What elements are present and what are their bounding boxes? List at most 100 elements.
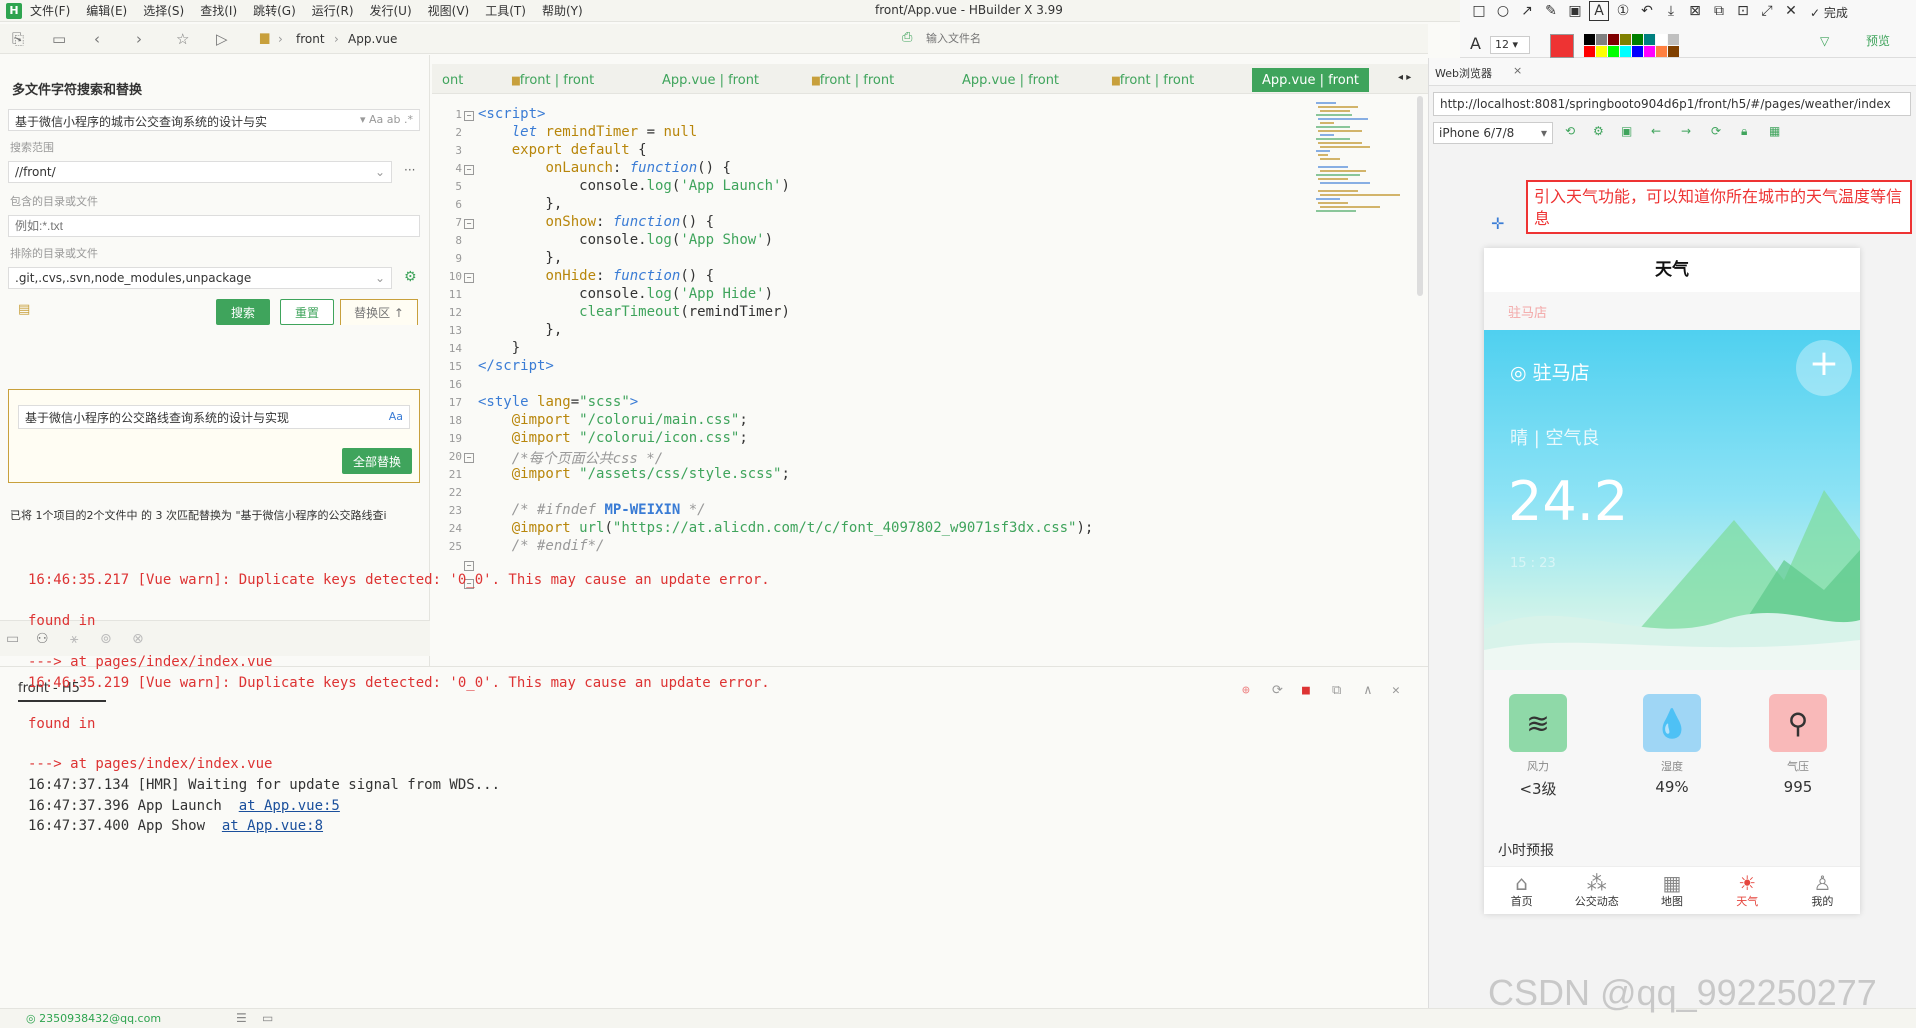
fold-toggle[interactable]: − [464,165,474,175]
device-select[interactable]: iPhone 6/7/8 ▾ [1433,122,1553,144]
pin-icon[interactable]: ⊠ [1686,2,1704,20]
terminal-icon[interactable]: ▭ [262,1011,273,1025]
editor-tab[interactable]: ▆ front | front [802,68,904,92]
screenshot-icon[interactable]: ▣ [1621,124,1632,138]
preview-button[interactable]: 预览 [1866,32,1890,49]
font-size-select[interactable]: 12 ▾ [1490,36,1530,54]
color-swatch[interactable] [1596,34,1607,45]
menu-item[interactable]: 视图(V) [428,2,470,19]
color-swatch[interactable] [1656,34,1667,45]
menu-item[interactable]: 运行(R) [312,2,354,19]
color-swatch[interactable] [1584,46,1595,57]
back-arrow-icon[interactable]: ‹ [94,30,100,48]
reset-button[interactable]: 重置 [280,299,334,325]
menu-item[interactable]: 发行(U) [370,2,412,19]
url-bar[interactable]: http://localhost:8081/springbooto904d6p1… [1433,92,1911,116]
editor-tab[interactable]: ▆ front | front [1102,68,1204,92]
nav-item[interactable]: ⁂ 公交动态 [1559,867,1634,914]
result-file-icon[interactable]: ▤ [18,302,30,317]
mosaic-tool-icon[interactable]: ▣ [1566,2,1584,20]
filter-icon[interactable]: ▽ [1820,34,1829,48]
nav-item[interactable]: ⌂ 首页 [1484,867,1559,914]
ocr-icon[interactable]: ⊡ [1734,2,1752,20]
back-icon[interactable]: ← [1651,124,1661,138]
menu-item[interactable]: 帮助(Y) [542,2,583,19]
close-tab-icon[interactable]: × [1513,64,1522,77]
open-window-icon[interactable]: ⧉ [1332,683,1341,698]
arrow-tool-icon[interactable]: ↗ [1518,2,1536,20]
color-swatch[interactable] [1632,46,1643,57]
menu-item[interactable]: 工具(T) [485,2,526,19]
pen-tool-icon[interactable]: ✎ [1542,2,1560,20]
menu-item[interactable]: 跳转(G) [253,2,296,19]
color-swatch[interactable] [1596,46,1607,57]
editor-tab[interactable]: ont [432,68,473,92]
search-input[interactable]: 基于微信小程序的城市公交查询系统的设计与实 ▾ Aa ab .* [8,109,420,131]
list-icon[interactable]: ☰ [236,1011,247,1025]
editor-tab[interactable]: ▆ front | front [502,68,604,92]
settings-icon[interactable]: ⚙ [1593,124,1604,138]
stop-icon[interactable]: ■ [1302,683,1310,698]
console-source-link[interactable]: at App.vue:5 [239,798,340,814]
breadcrumb-file[interactable]: App.vue [348,32,397,46]
search-button[interactable]: 搜索 [216,299,270,325]
color-swatch[interactable] [1668,46,1679,57]
refresh-icon[interactable]: ⟳ [1711,124,1721,138]
download-icon[interactable]: ⤓ [1662,2,1680,20]
replace-input[interactable]: 基于微信小程序的公交路线查询系统的设计与实现 Aa [18,405,410,429]
console-source-link[interactable]: at App.vue:8 [222,818,323,834]
plugins-icon[interactable]: ⊗ [132,631,144,647]
restart-icon[interactable]: ⟳ [1272,683,1283,698]
color-swatch[interactable] [1656,46,1667,57]
exclude-input[interactable]: .git,.cvs,.svn,node_modules,unpackage ⌄ [8,267,392,289]
ellipse-tool-icon[interactable]: ○ [1494,2,1512,20]
close-console-icon[interactable]: ✕ [1392,683,1400,698]
scope-select[interactable]: //front/⌄ [8,161,392,183]
forward-icon[interactable]: → [1681,124,1691,138]
menu-item[interactable]: 文件(F) [30,2,70,19]
settings-gear-icon[interactable]: ⚙ [404,269,417,285]
number-tool-icon[interactable]: ① [1614,2,1632,20]
search-binoculars-icon[interactable]: ⚇ [36,631,49,647]
translate-icon[interactable]: ⧉ [1710,2,1728,20]
editor-tab[interactable]: App.vue | front [952,68,1069,92]
more-options-icon[interactable]: ··· [404,163,415,177]
color-swatch[interactable] [1608,46,1619,57]
include-input[interactable] [8,215,420,237]
clear-console-icon[interactable]: ⊕ [1242,683,1250,698]
breadcrumb-folder[interactable]: front [296,32,325,46]
editor-scrollbar[interactable] [1414,96,1426,296]
replace-toggle[interactable]: 替换区 ↑ [340,299,418,325]
nav-item[interactable]: ♙ 我的 [1785,867,1860,914]
close-icon[interactable]: ✕ [1782,2,1800,20]
current-location[interactable]: ◎ 驻马店 [1510,358,1590,385]
lock-icon[interactable]: 🔒︎ [1741,124,1747,139]
editor-tab[interactable]: App.vue | front [652,68,769,92]
code-minimap[interactable] [1312,100,1412,250]
menu-item[interactable]: 查找(I) [200,2,237,19]
color-swatch[interactable] [1644,34,1655,45]
text-tool-icon[interactable]: A [1589,1,1609,21]
color-swatch[interactable] [1620,34,1631,45]
forward-arrow-icon[interactable]: › [136,30,142,48]
replace-all-button[interactable]: 全部替换 [342,448,412,474]
rectangle-tool-icon[interactable]: □ [1470,2,1488,20]
save-icon[interactable]: ▭ [52,30,66,48]
color-swatch[interactable] [1668,34,1679,45]
long-screenshot-icon[interactable]: ⤢ [1758,2,1776,20]
tab-scroll-arrows-icon[interactable]: ◂ ▸ [1398,72,1411,83]
project-manager-icon[interactable]: ▭ [6,631,19,647]
menu-item[interactable]: 选择(S) [143,2,184,19]
done-button[interactable]: ✓ 完成 [1810,4,1848,21]
file-name-input[interactable] [926,29,1226,49]
run-icon[interactable]: ▷ [216,30,228,48]
fold-toggle[interactable]: − [464,561,474,571]
color-swatch[interactable] [1620,46,1631,57]
new-file-icon[interactable]: ⎘ [12,30,24,48]
rotate-icon[interactable]: ⟲ [1565,124,1575,138]
current-color-swatch[interactable] [1550,34,1574,58]
fold-toggle[interactable]: − [464,273,474,283]
web-browser-tab[interactable]: Web浏览器 [1435,65,1492,81]
collapse-icon[interactable]: ∧ [1364,683,1372,698]
favorite-star-icon[interactable]: ☆ [176,30,189,48]
